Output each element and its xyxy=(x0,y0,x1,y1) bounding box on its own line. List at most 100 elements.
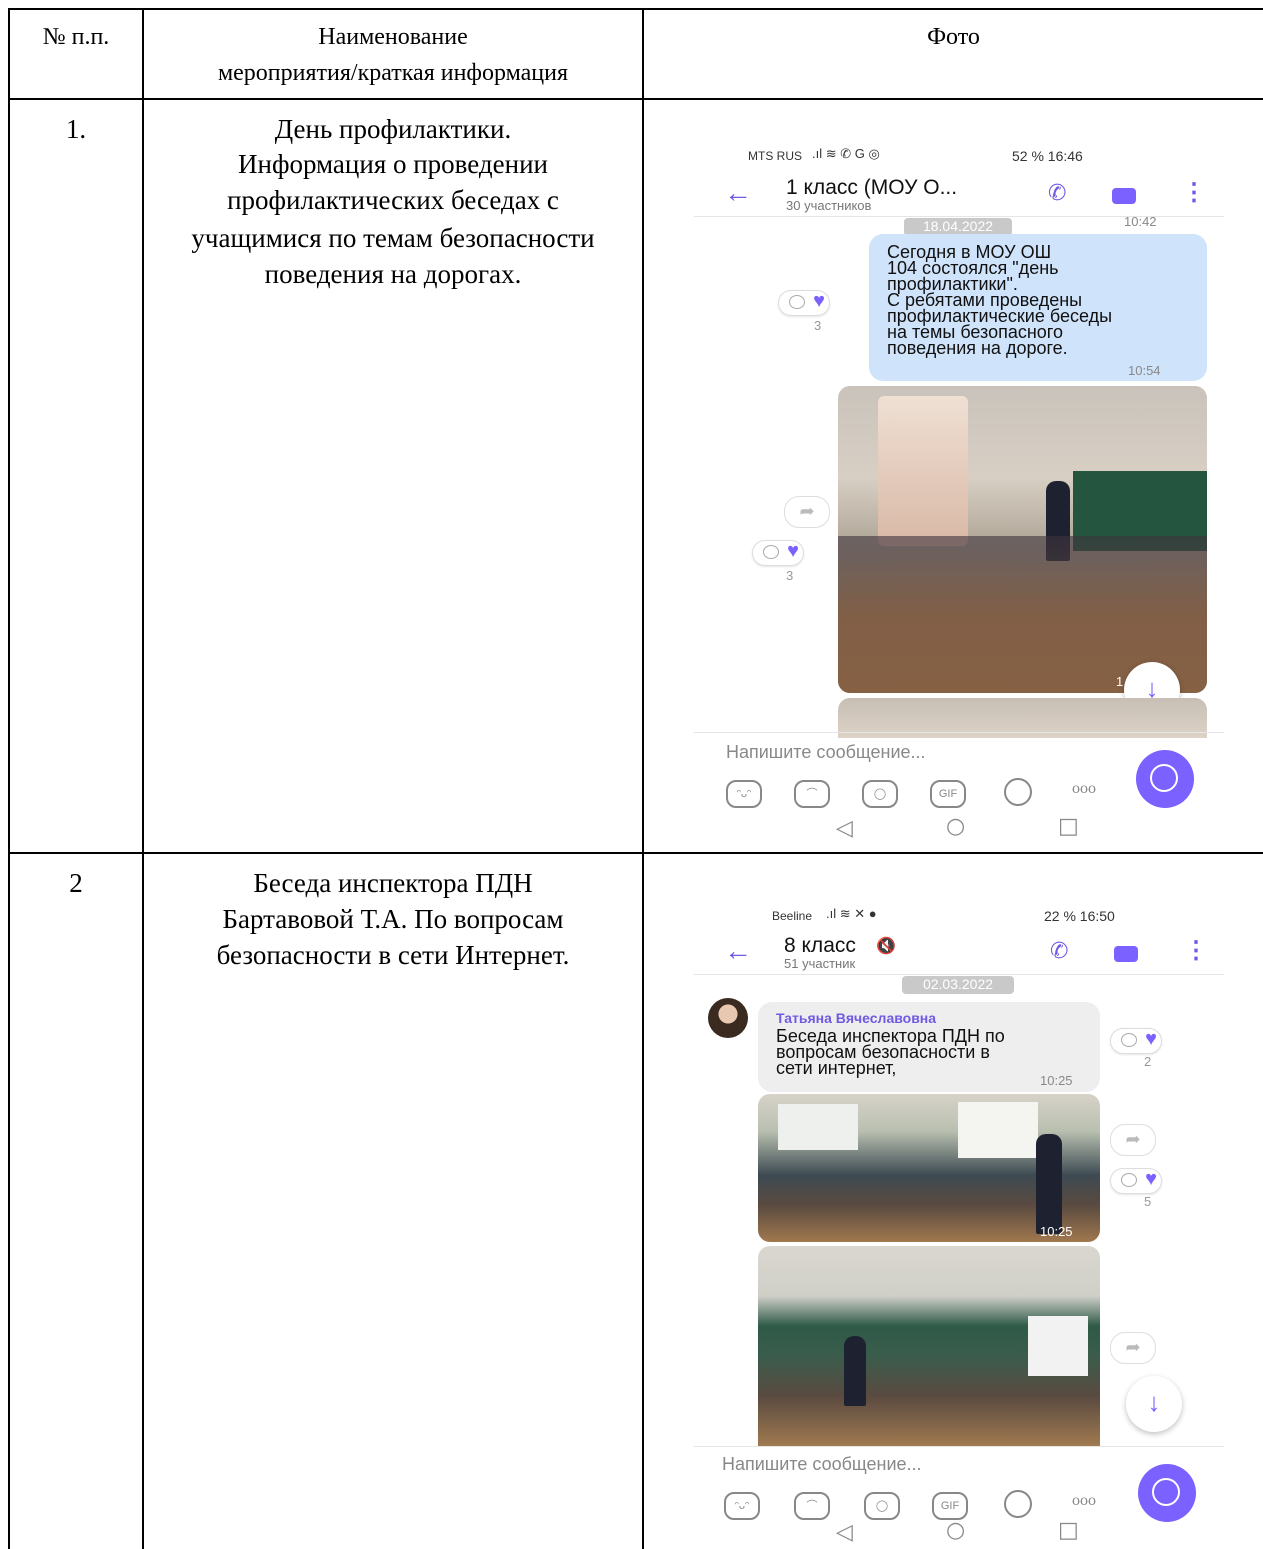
row2-number: 2 xyxy=(69,868,83,898)
nav-back-icon[interactable]: ◁ xyxy=(836,816,853,841)
heart-outline-icon xyxy=(1121,1033,1137,1047)
signal-icon: .ıl ≋ ✆ G ◎ xyxy=(812,146,880,161)
photo-reactions[interactable]: ♥ xyxy=(752,540,804,566)
chat-title[interactable]: 8 класс xyxy=(784,934,856,958)
heart-filled-icon: ♥ xyxy=(1145,1168,1157,1190)
sticker-icon[interactable]: ᵔᴗᵔ xyxy=(724,1492,760,1520)
more-menu-icon[interactable]: ⋮ xyxy=(1182,178,1206,207)
status-carrier: Beeline xyxy=(772,909,813,923)
table-row-divider-1 xyxy=(8,98,1263,100)
back-arrow-icon[interactable]: ← xyxy=(724,936,752,968)
window xyxy=(778,1104,858,1150)
sticker-icon[interactable]: ᵔᴗᵔ xyxy=(726,780,762,808)
window-curtain xyxy=(878,396,968,546)
header-name-line1: Наименование xyxy=(318,24,468,50)
input-divider xyxy=(694,732,1224,733)
video-call-icon[interactable] xyxy=(1112,188,1136,204)
heart-filled-icon: ♥ xyxy=(787,540,799,562)
photo-time: 1 xyxy=(1116,674,1124,689)
share-icon[interactable]: ➦ xyxy=(1110,1124,1156,1156)
row1-text-3: профилактических беседах с xyxy=(227,185,559,215)
header-number: № п.п. xyxy=(42,24,110,50)
inspector-figure xyxy=(1036,1134,1062,1234)
header-name-line2: мероприятия/краткая информация xyxy=(217,60,569,86)
timer-icon[interactable] xyxy=(1004,1490,1032,1518)
muted-icon: 🔇 xyxy=(876,938,896,955)
share-icon-2[interactable]: ➦ xyxy=(1110,1332,1156,1364)
heart-filled-icon: ♥ xyxy=(813,290,825,312)
photo1-time: 10:25 xyxy=(1040,1224,1073,1239)
chat-title[interactable]: 1 класс (МОУ О... xyxy=(786,176,957,200)
row2-text-3: безопасности в сети Интернет. xyxy=(216,940,570,970)
share-icon[interactable]: ➦ xyxy=(784,496,830,528)
status-right: 52 % 16:46 xyxy=(1012,148,1083,164)
row2-phone-screenshot: Beeline .ıl ≋ ✕ ● 22 % 16:50 ← 8 класс 🔇… xyxy=(694,898,1224,1549)
classroom-photo-1[interactable] xyxy=(838,386,1207,693)
gallery-icon[interactable]: ⌒ xyxy=(794,1492,830,1520)
more-options-icon[interactable]: ooo xyxy=(1072,780,1096,798)
whiteboard xyxy=(958,1102,1038,1158)
row1-text-2: Информация о проведении xyxy=(238,149,548,179)
row1-text-1: День профилактики. xyxy=(274,114,512,144)
date-pill: 02.03.2022 xyxy=(902,976,1014,994)
camera-icon[interactable]: ◯ xyxy=(862,780,898,808)
status-carrier: MTS RUS xyxy=(748,149,802,163)
nav-home-icon[interactable]: ○ xyxy=(946,814,965,839)
scroll-down-button[interactable]: ↓ xyxy=(1126,1376,1182,1432)
header-photo: Фото xyxy=(927,24,980,50)
message-reactions[interactable]: ♥ xyxy=(1110,1028,1162,1054)
prev-message-time: 10:42 xyxy=(1124,214,1157,229)
gif-icon[interactable]: GIF xyxy=(932,1492,968,1520)
chat-members: 30 участников xyxy=(786,198,872,213)
message-line-7: поведения на дороге. xyxy=(887,338,1068,358)
phone-call-icon[interactable]: ✆ xyxy=(1050,938,1068,964)
table-border-top xyxy=(8,8,1263,10)
heart-outline-icon xyxy=(763,545,779,559)
camera-icon[interactable]: ◯ xyxy=(864,1492,900,1520)
gif-icon[interactable]: GIF xyxy=(930,780,966,808)
sender-name: Татьяна Вячеславовна xyxy=(776,1010,937,1026)
heart-outline-icon xyxy=(1121,1173,1137,1187)
nav-back-icon[interactable]: ◁ xyxy=(836,1520,853,1545)
video-call-icon[interactable] xyxy=(1114,946,1138,962)
nav-home-icon[interactable]: ○ xyxy=(946,1518,965,1543)
table-col-divider-2 xyxy=(642,8,644,1549)
more-options-icon[interactable]: ooo xyxy=(1072,1492,1096,1510)
classroom-photo-1[interactable] xyxy=(758,1094,1100,1242)
heart-outline-icon xyxy=(789,295,805,309)
photo1-reactions[interactable]: ♥ xyxy=(1110,1168,1162,1194)
inspector-figure xyxy=(844,1336,866,1406)
row1-number: 1. xyxy=(65,114,87,144)
photo-reaction-count: 3 xyxy=(786,568,794,583)
send-voice-button[interactable] xyxy=(1138,1464,1196,1522)
more-menu-icon[interactable]: ⋮ xyxy=(1184,936,1208,965)
message-reaction-count: 3 xyxy=(814,318,822,333)
row1-phone-screenshot: MTS RUS .ıl ≋ ✆ G ◎ 52 % 16:46 ← 1 класс… xyxy=(694,138,1224,850)
row2-text-2: Бартавовой Т.А. По вопросам xyxy=(222,904,564,934)
message-time: 10:25 xyxy=(1040,1073,1073,1088)
row1-text-4: учащимися по темам безопасности xyxy=(191,223,595,253)
timer-icon[interactable] xyxy=(1004,778,1032,806)
message-reactions[interactable]: ♥ xyxy=(778,290,830,316)
header-divider xyxy=(694,974,1224,975)
message-reaction-count: 2 xyxy=(1144,1054,1152,1069)
table-border-left xyxy=(8,8,10,1549)
signal-icon: .ıl ≋ ✕ ● xyxy=(826,906,877,921)
input-divider xyxy=(694,1446,1224,1447)
avatar[interactable] xyxy=(708,998,748,1038)
message-bubble[interactable]: Сегодня в МОУ ОШ 104 состоялся "день про… xyxy=(869,234,1207,381)
phone-call-icon[interactable]: ✆ xyxy=(1048,180,1066,206)
send-voice-button[interactable] xyxy=(1136,750,1194,808)
gallery-icon[interactable]: ⌒ xyxy=(794,780,830,808)
nav-recents-icon[interactable]: □ xyxy=(1058,1518,1079,1543)
nav-recents-icon[interactable]: □ xyxy=(1058,814,1079,839)
message-time: 10:54 xyxy=(1128,363,1161,378)
message-input[interactable]: Напишите сообщение... xyxy=(722,1454,922,1475)
chat-members: 51 участник xyxy=(784,956,856,971)
status-right: 22 % 16:50 xyxy=(1044,908,1115,924)
photo1-reaction-count: 5 xyxy=(1144,1194,1152,1209)
projector-screen xyxy=(1028,1316,1088,1376)
message-input[interactable]: Напишите сообщение... xyxy=(726,742,926,763)
back-arrow-icon[interactable]: ← xyxy=(724,178,752,210)
classroom-photo-2[interactable] xyxy=(758,1246,1100,1446)
